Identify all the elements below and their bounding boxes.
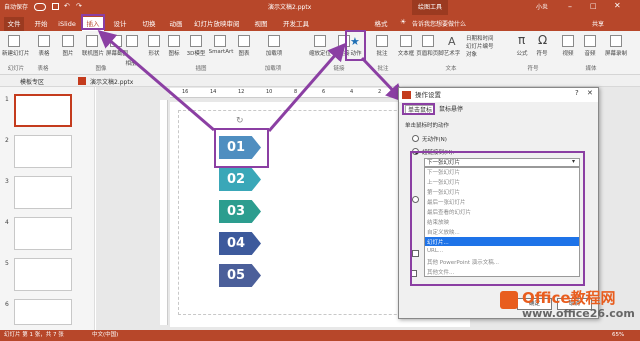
hyperlink-option[interactable]: 下一张幻灯片 (427, 168, 460, 176)
hyperlink-option[interactable]: 幻灯片... (427, 238, 449, 246)
help-icon[interactable]: ? (575, 89, 579, 97)
tab-mouse-over[interactable]: 鼠标悬停 (437, 105, 465, 115)
arrow-to-dialog (360, 56, 405, 103)
hyperlink-option[interactable]: 最后查看的幻灯片 (427, 208, 471, 216)
watermark: Office教程网 www.office26.com (498, 287, 640, 327)
click-action-section: 单击鼠标时的动作 (405, 123, 450, 129)
hyperlink-option[interactable]: URL... (427, 248, 443, 254)
dialog-title: 操作设置 (399, 88, 598, 102)
hyperlink-option[interactable]: 自定义放映... (427, 228, 460, 236)
arrow-to-insert-tab (97, 30, 215, 132)
office-logo-icon (500, 291, 518, 309)
hyperlink-option[interactable]: 其他 PowerPoint 演示文稿... (427, 258, 499, 266)
watermark-url: www.office26.com (522, 307, 635, 320)
slide-count: 幻灯片 第 1 张，共 7 张 (4, 332, 64, 338)
hyperlink-option[interactable]: 最后一张幻灯片 (427, 198, 466, 206)
status-bar: 幻灯片 第 1 张，共 7 张 中文(中国) 65% (0, 330, 640, 341)
hyperlink-option[interactable]: 第一张幻灯片 (427, 188, 460, 196)
hyperlink-option[interactable]: 结束放映 (427, 218, 449, 226)
hyperlink-option[interactable]: 上一张幻灯片 (427, 178, 460, 186)
hyperlink-option[interactable]: 其他文件... (427, 268, 454, 276)
zoom-level[interactable]: 65% (612, 330, 624, 341)
app-icon (402, 91, 411, 99)
arrow-to-action-button (267, 42, 346, 132)
no-action-label: 无动作(N) (422, 137, 447, 143)
click-tab-highlight (402, 103, 435, 115)
dialog-close-icon[interactable]: ✕ (587, 89, 593, 97)
language-indicator[interactable]: 中文(中国) (92, 330, 118, 341)
watermark-brand: Office教程网 (522, 289, 616, 307)
radio-no-action[interactable] (412, 135, 419, 142)
